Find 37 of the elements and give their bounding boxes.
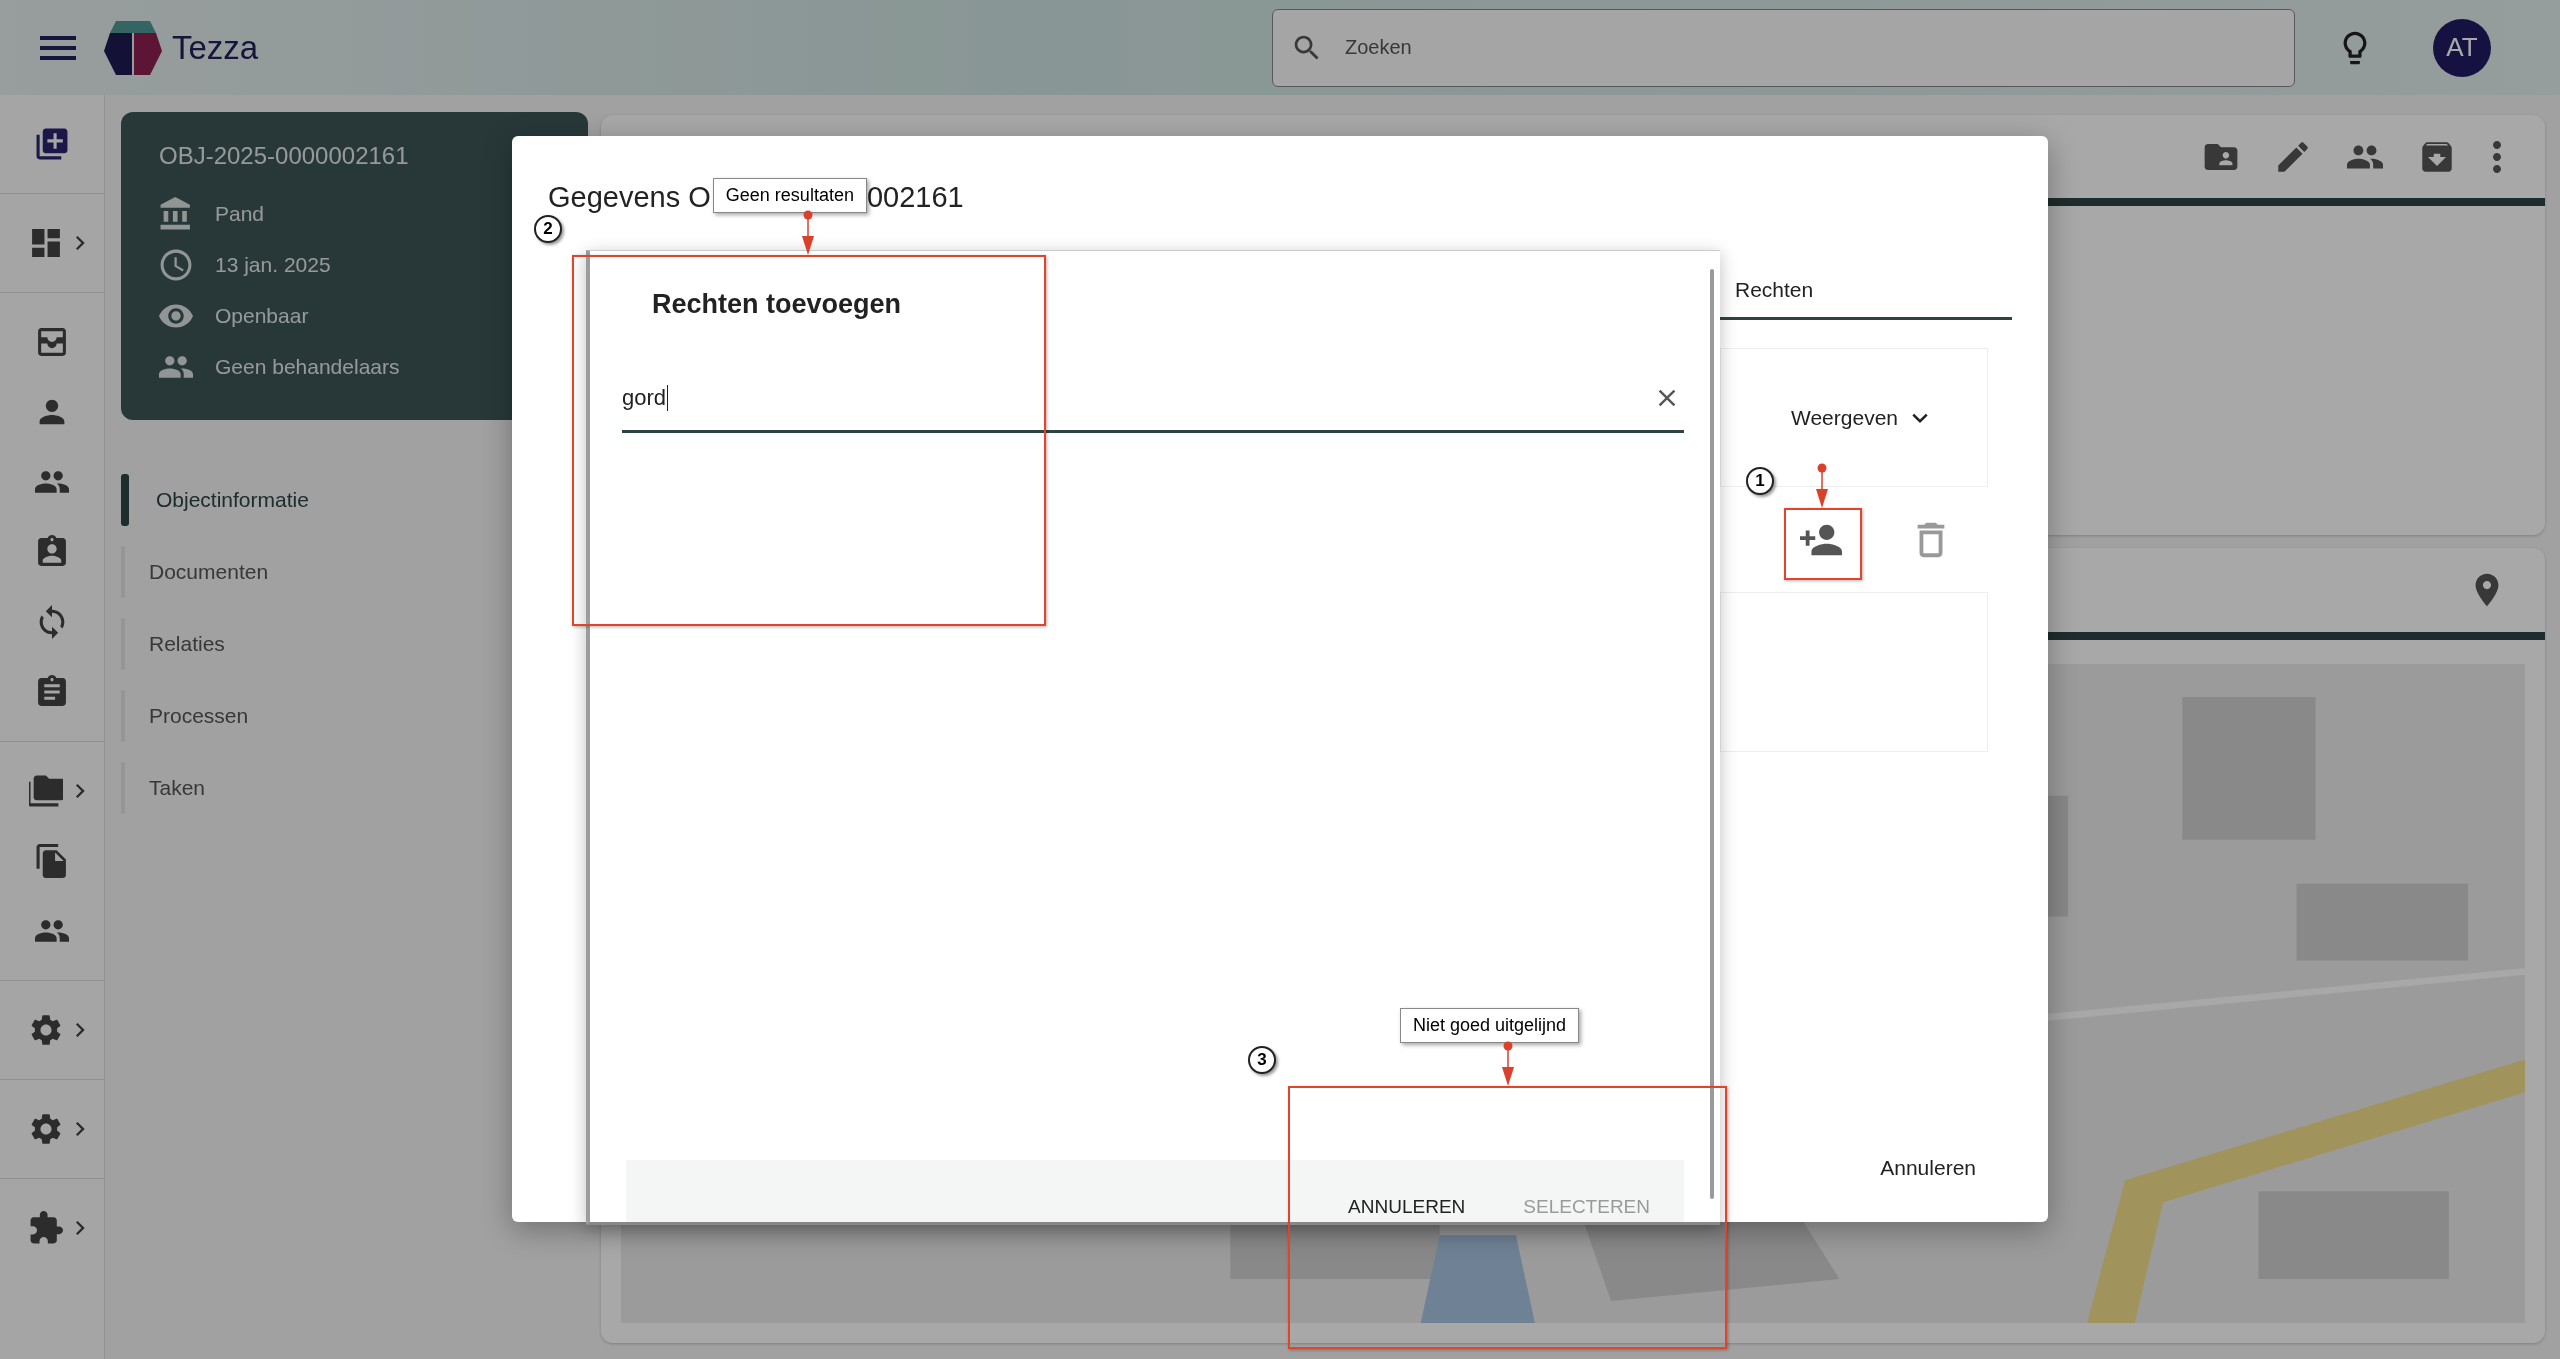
- dialog-button[interactable]: ANNULEREN: [1324, 1192, 1490, 1222]
- section-link[interactable]: Relaties: [121, 608, 601, 680]
- settings-icon: [29, 1013, 63, 1047]
- building-icon: [159, 196, 193, 231]
- documents-icon: [35, 844, 69, 878]
- callout-label: Niet goed uitgelijnd: [1400, 1008, 1580, 1043]
- scrollbar[interactable]: [1710, 269, 1714, 1199]
- user-avatar[interactable]: AT: [2433, 18, 2491, 77]
- object-property: 13 jan. 2025: [215, 252, 331, 277]
- clipboard-icon: [35, 675, 69, 709]
- search-field[interactable]: Zoeken: [1272, 8, 2295, 87]
- section-link[interactable]: Processen: [121, 680, 601, 752]
- app-name: Tezza: [172, 28, 259, 67]
- object-property: Geen behandelaars: [215, 354, 400, 379]
- add-library-icon: [35, 127, 69, 161]
- section-link[interactable]: Documenten: [121, 536, 601, 608]
- more-icon: [2491, 138, 2503, 175]
- object-property: Openbaar: [215, 303, 309, 328]
- object-property: Pand: [215, 201, 265, 226]
- dialog-title: Gegevens O: [548, 180, 711, 214]
- puzzle-icon: [29, 1211, 63, 1245]
- section-link[interactable]: Objectinformatie: [121, 464, 601, 536]
- id-badge-icon: [35, 535, 69, 569]
- section-link[interactable]: Taken: [121, 752, 601, 824]
- dialog-title: Rechten toevoegen: [651, 288, 903, 320]
- dashboard-icon: [29, 226, 63, 260]
- callout-label: Geen resultaten: [712, 177, 867, 213]
- logo-icon: [102, 18, 164, 77]
- clock-icon: [159, 247, 193, 282]
- view-dropdown[interactable]: Weergeven: [1791, 403, 1934, 432]
- inbox-icon: [35, 325, 69, 359]
- settings-icon: [29, 1112, 63, 1146]
- dialog-title: 002161: [866, 180, 964, 214]
- cancel-button[interactable]: Annuleren: [1880, 1152, 1976, 1184]
- object-id: OBJ-2025-0000002161: [159, 142, 410, 170]
- folders-icon: [29, 774, 63, 808]
- search-field[interactable]: gord: [622, 366, 1684, 433]
